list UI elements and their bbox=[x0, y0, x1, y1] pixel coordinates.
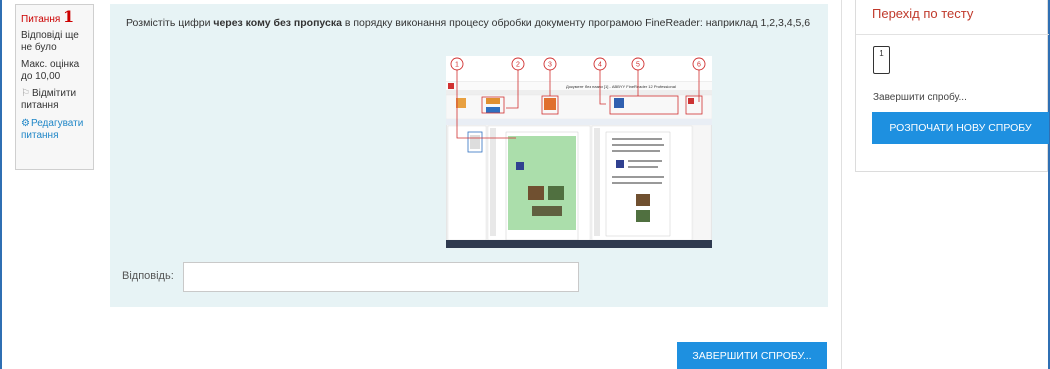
flag-icon: ⚐ bbox=[21, 88, 30, 99]
marker-2: 2 bbox=[516, 62, 520, 69]
quiz-navigation-divider bbox=[856, 34, 1049, 35]
marker-5: 5 bbox=[636, 62, 640, 69]
marker-3: 3 bbox=[548, 62, 552, 69]
question-number: Питання 1 bbox=[21, 9, 88, 26]
page-left-border bbox=[0, 0, 2, 369]
question-info: Питання 1 Відповіді ще не було Макс. оці… bbox=[15, 4, 94, 170]
marker-1: 1 bbox=[455, 62, 459, 69]
question-number-value: 1 bbox=[63, 7, 75, 26]
flag-question-link[interactable]: ⚐ Відмітити питання bbox=[21, 88, 88, 112]
answer-label: Відповідь: bbox=[122, 270, 174, 282]
finereader-screenshot-drawing: Документ без назви [1] - ABBYY FineReade… bbox=[445, 57, 713, 249]
question-grade: Макс. оцінка до 10,00 bbox=[21, 59, 80, 82]
marker-6: 6 bbox=[697, 62, 701, 69]
quiz-navigation-title: Перехід по тесту bbox=[872, 6, 974, 21]
answer-input[interactable] bbox=[183, 262, 579, 292]
column-divider bbox=[841, 0, 842, 369]
question-text-start: Розмістіть цифри bbox=[126, 17, 214, 29]
start-new-attempt-button[interactable]: РОЗПОЧАТИ НОВУ СПРОБУ bbox=[872, 112, 1049, 144]
question-state: Відповіді ще не було bbox=[21, 30, 79, 53]
question-text-end: в порядку виконання процесу обробки доку… bbox=[341, 17, 811, 29]
marker-4: 4 bbox=[598, 62, 602, 69]
finish-attempt-button[interactable]: ЗАВЕРШИТИ СПРОБУ... bbox=[677, 342, 827, 369]
quiz-navigation-block: Перехід по тесту 1 Завершити спробу... Р… bbox=[855, 0, 1049, 172]
finereader-screenshot: Документ без назви [1] - ABBYY FineReade… bbox=[445, 56, 713, 249]
finish-attempt-link[interactable]: Завершити спробу... bbox=[873, 92, 967, 103]
gear-icon: ⚙ bbox=[21, 118, 30, 129]
edit-question-label: Редагувати питання bbox=[21, 118, 84, 141]
question-number-label: Питання bbox=[21, 14, 61, 25]
app-window-title: Документ без назви [1] - ABBYY FineReade… bbox=[566, 84, 676, 89]
quiz-nav-question-button[interactable]: 1 bbox=[873, 46, 890, 74]
question-text: Розмістіть цифри через кому без пропуска… bbox=[126, 16, 816, 31]
edit-question-link[interactable]: ⚙Редагувати питання bbox=[21, 118, 88, 142]
question-text-bold: через кому без пропуска bbox=[213, 17, 342, 29]
